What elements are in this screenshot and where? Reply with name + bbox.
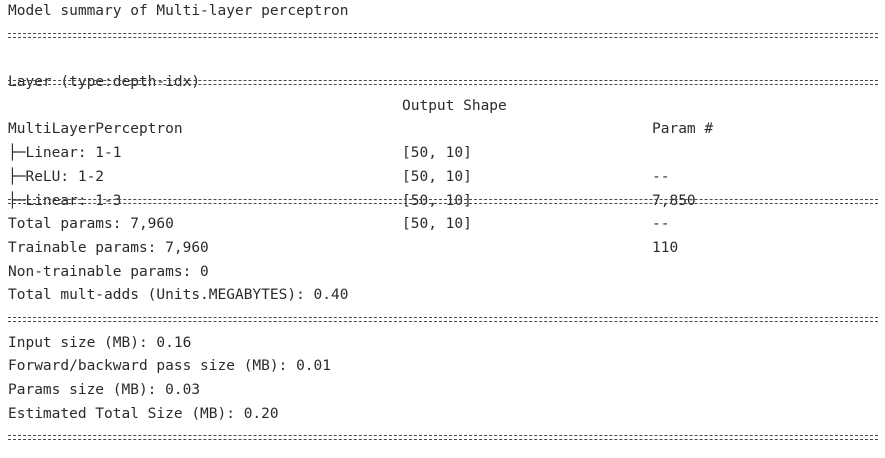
- model-summary-output: Model summary of Multi-layer perceptron …: [8, 0, 878, 450]
- separator-rule: [8, 190, 878, 214]
- total-params: Total params: 7,960: [8, 216, 174, 233]
- non-trainable-params: Non-trainable params: 0: [8, 263, 209, 280]
- estimated-total-size: Estimated Total Size (MB): 0.20: [8, 405, 279, 422]
- separator-rule: [8, 426, 878, 450]
- input-size: Input size (MB): 0.16: [8, 334, 192, 351]
- table-row: ├─Linear: 1-3 [50, 10] 110: [8, 166, 878, 256]
- forward-backward-size: Forward/backward pass size (MB): 0.01: [8, 358, 332, 375]
- summary-title: Model summary of Multi-layer perceptron: [8, 3, 349, 19]
- total-mult-adds: Total mult-adds (Units.MEGABYTES): 0.40: [8, 287, 349, 304]
- separator-rule: [8, 71, 878, 95]
- table-row: MultiLayerPerceptron [50, 10] --: [8, 95, 878, 184]
- trainable-params: Trainable params: 7,960: [8, 239, 209, 256]
- table-header: Layer (type:depth-idx) Output Shape Para…: [8, 47, 878, 137]
- table-row: ├─Linear: 1-1 [50, 10] 7,850: [8, 118, 878, 208]
- table-row: ├─ReLU: 1-2 [50, 10] --: [8, 142, 878, 232]
- params-size: Params size (MB): 0.03: [8, 382, 201, 398]
- separator-rule: [8, 308, 878, 332]
- separator-rule: [8, 24, 878, 48]
